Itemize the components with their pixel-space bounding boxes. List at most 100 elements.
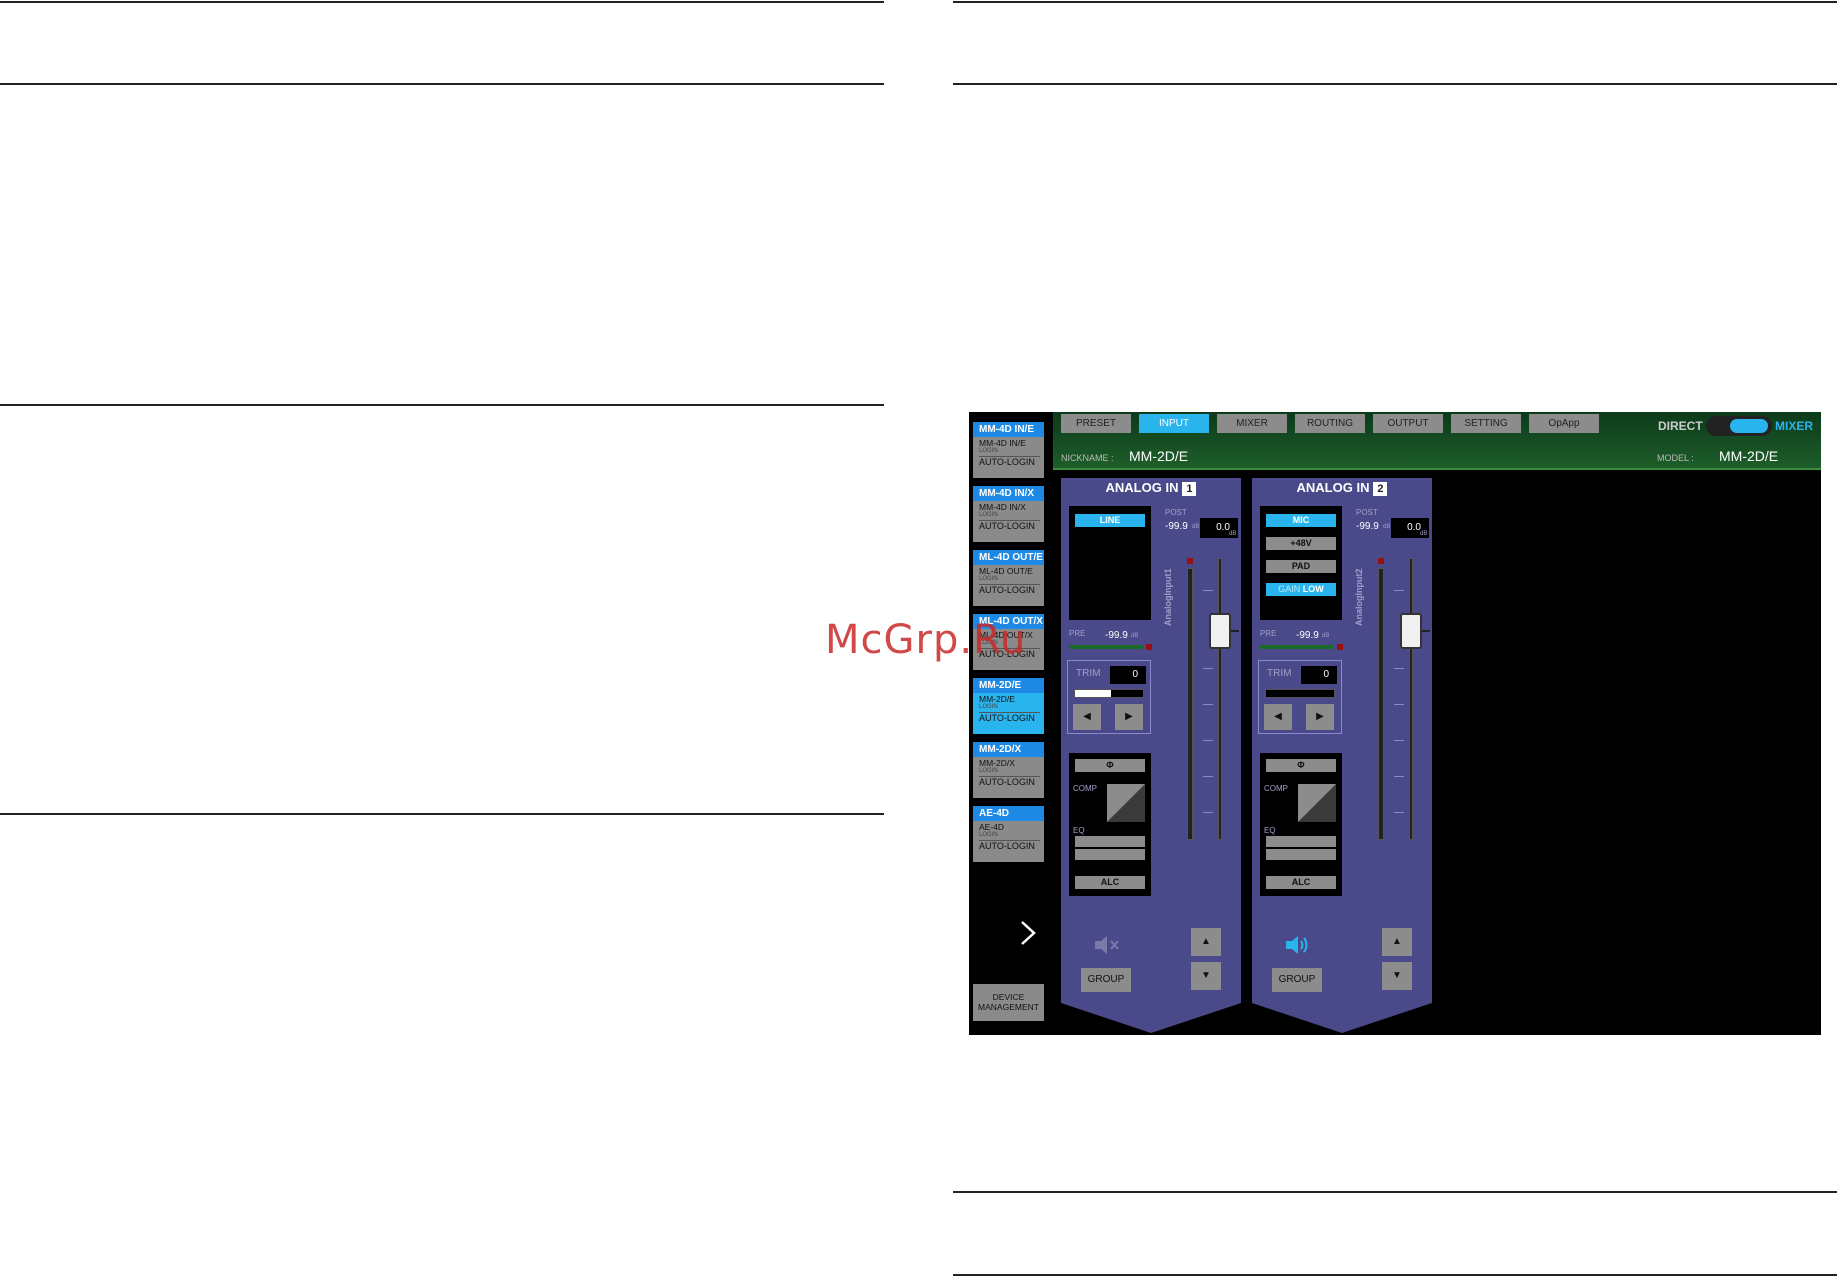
- device-body: MM-2D/E LOGIN AUTO-LOGIN: [973, 693, 1044, 734]
- fader-down-button[interactable]: ▼: [1191, 962, 1221, 990]
- auto-login[interactable]: AUTO-LOGIN: [979, 712, 1040, 723]
- channel-title: ANALOG IN 1: [1061, 480, 1241, 496]
- group-button[interactable]: GROUP: [1272, 968, 1322, 992]
- trim-decrease-button[interactable]: ◀: [1073, 704, 1101, 730]
- fader-up-button[interactable]: ▲: [1382, 928, 1412, 956]
- speaker-on-icon[interactable]: [1284, 934, 1312, 956]
- device-item-selected[interactable]: MM-2D/E MM-2D/E LOGIN AUTO-LOGIN: [973, 678, 1044, 734]
- channel-number: 1: [1182, 482, 1197, 496]
- channel-title-text: ANALOG IN: [1105, 480, 1179, 495]
- trim-increase-button[interactable]: ▶: [1306, 704, 1334, 730]
- mode-mixer-label: MIXER: [1775, 419, 1814, 433]
- peak-indicator: [1187, 558, 1193, 564]
- device-item[interactable]: MM-4D IN/X MM-4D IN/X LOGIN AUTO-LOGIN: [973, 486, 1044, 542]
- trim-value[interactable]: 0: [1301, 666, 1337, 684]
- comp-label: COMP: [1073, 784, 1097, 793]
- device-item[interactable]: MM-2D/X MM-2D/X LOGIN AUTO-LOGIN: [973, 742, 1044, 798]
- auto-login[interactable]: AUTO-LOGIN: [979, 520, 1040, 531]
- scale-tick: [1203, 740, 1213, 741]
- group-button[interactable]: GROUP: [1081, 968, 1131, 992]
- fader-knob[interactable]: [1209, 613, 1231, 649]
- device-header: MM-2D/X: [973, 742, 1044, 757]
- post-label: POST: [1356, 508, 1378, 517]
- gain-button[interactable]: GAIN LOW: [1266, 583, 1336, 596]
- nickname-label: NICKNAME :: [1061, 453, 1114, 463]
- device-header: AE-4D: [973, 806, 1044, 821]
- phase-button[interactable]: Φ: [1266, 759, 1336, 772]
- device-management-button[interactable]: DEVICE MANAGEMENT: [973, 984, 1044, 1021]
- device-item[interactable]: MM-4D IN/E MM-4D IN/E LOGIN AUTO-LOGIN: [973, 422, 1044, 478]
- fader-down-button[interactable]: ▼: [1382, 962, 1412, 990]
- trim-value[interactable]: 0: [1110, 666, 1146, 684]
- scale-tick: [1394, 776, 1404, 777]
- tab-mixer[interactable]: MIXER: [1217, 414, 1287, 433]
- eq-label: EQ: [1264, 826, 1276, 835]
- scale-tick: [1203, 704, 1213, 705]
- mode-toggle[interactable]: [1706, 416, 1772, 436]
- device-item[interactable]: ML-4D OUT/E ML-4D OUT/E LOGIN AUTO-LOGIN: [973, 550, 1044, 606]
- fader-up-button[interactable]: ▲: [1191, 928, 1221, 956]
- post-unit: dB: [1192, 524, 1200, 530]
- tab-preset[interactable]: PRESET: [1061, 414, 1131, 433]
- comp-graph-icon[interactable]: [1107, 784, 1145, 822]
- scale-tick: [1203, 776, 1213, 777]
- device-body: MM-4D IN/X LOGIN AUTO-LOGIN: [973, 501, 1044, 542]
- eq-bar[interactable]: [1075, 849, 1145, 860]
- post-value: -99.9: [1356, 521, 1379, 532]
- manual-page: MM-4D IN/E MM-4D IN/E LOGIN AUTO-LOGIN M…: [0, 0, 1837, 1277]
- pad-button[interactable]: PAD: [1266, 560, 1336, 573]
- device-login: LOGIN: [979, 768, 998, 774]
- trim-slider[interactable]: [1074, 689, 1144, 698]
- tab-opapp[interactable]: OpApp: [1529, 414, 1599, 433]
- rule: [0, 83, 884, 85]
- device-body: MM-2D/X LOGIN AUTO-LOGIN: [973, 757, 1044, 798]
- auto-login[interactable]: AUTO-LOGIN: [979, 456, 1040, 467]
- scale-tick: [1203, 590, 1213, 591]
- top-bar: PRESET INPUT MIXER ROUTING OUTPUT SETTIN…: [1053, 412, 1821, 470]
- pre-value: -99.9: [1105, 630, 1128, 641]
- alc-button[interactable]: ALC: [1075, 876, 1145, 889]
- tab-routing[interactable]: ROUTING: [1295, 414, 1365, 433]
- comp-graph-icon[interactable]: [1298, 784, 1336, 822]
- device-name: ML-4D OUT/E: [979, 566, 1033, 576]
- auto-login[interactable]: AUTO-LOGIN: [979, 584, 1040, 595]
- scale-tick: [1394, 812, 1404, 813]
- eq-bar[interactable]: [1266, 836, 1336, 847]
- fader-unit: dB: [1420, 531, 1428, 537]
- phantom-power-button[interactable]: +48V: [1266, 537, 1336, 550]
- trim-slider[interactable]: [1265, 689, 1335, 698]
- gain-value: LOW: [1302, 584, 1324, 594]
- trim-label: TRIM: [1076, 668, 1101, 679]
- gain-label: GAIN: [1278, 584, 1301, 594]
- phase-button[interactable]: Φ: [1075, 759, 1145, 772]
- eq-bar[interactable]: [1266, 849, 1336, 860]
- watermark: McGrp.Ru: [825, 617, 1027, 663]
- fader-track: [1218, 558, 1222, 840]
- tab-setting[interactable]: SETTING: [1451, 414, 1521, 433]
- fader-track: [1409, 558, 1413, 840]
- device-name: MM-2D/E: [979, 694, 1015, 704]
- auto-login[interactable]: AUTO-LOGIN: [979, 840, 1040, 851]
- trim-decrease-button[interactable]: ◀: [1264, 704, 1292, 730]
- eq-bar[interactable]: [1075, 836, 1145, 847]
- trim-increase-button[interactable]: ▶: [1115, 704, 1143, 730]
- fader-knob[interactable]: [1400, 613, 1422, 649]
- scale-tick: [1203, 668, 1213, 669]
- tab-output[interactable]: OUTPUT: [1373, 414, 1443, 433]
- alc-button[interactable]: ALC: [1266, 876, 1336, 889]
- channel-title: ANALOG IN 2: [1252, 480, 1432, 496]
- peak-indicator: [1378, 558, 1384, 564]
- device-item[interactable]: AE-4D AE-4D LOGIN AUTO-LOGIN: [973, 806, 1044, 862]
- comp-label: COMP: [1264, 784, 1288, 793]
- chevron-right-icon[interactable]: [1018, 920, 1038, 946]
- auto-login[interactable]: AUTO-LOGIN: [979, 776, 1040, 787]
- mic-button[interactable]: MIC: [1266, 514, 1336, 527]
- model-label: MODEL :: [1657, 453, 1694, 463]
- tab-input[interactable]: INPUT: [1139, 414, 1209, 433]
- speaker-mute-icon[interactable]: [1093, 934, 1121, 956]
- pre-peak-indicator: [1337, 644, 1343, 650]
- line-button[interactable]: LINE: [1075, 514, 1145, 527]
- processing-panel: [1069, 753, 1151, 896]
- rule: [0, 404, 884, 406]
- device-header: MM-2D/E: [973, 678, 1044, 693]
